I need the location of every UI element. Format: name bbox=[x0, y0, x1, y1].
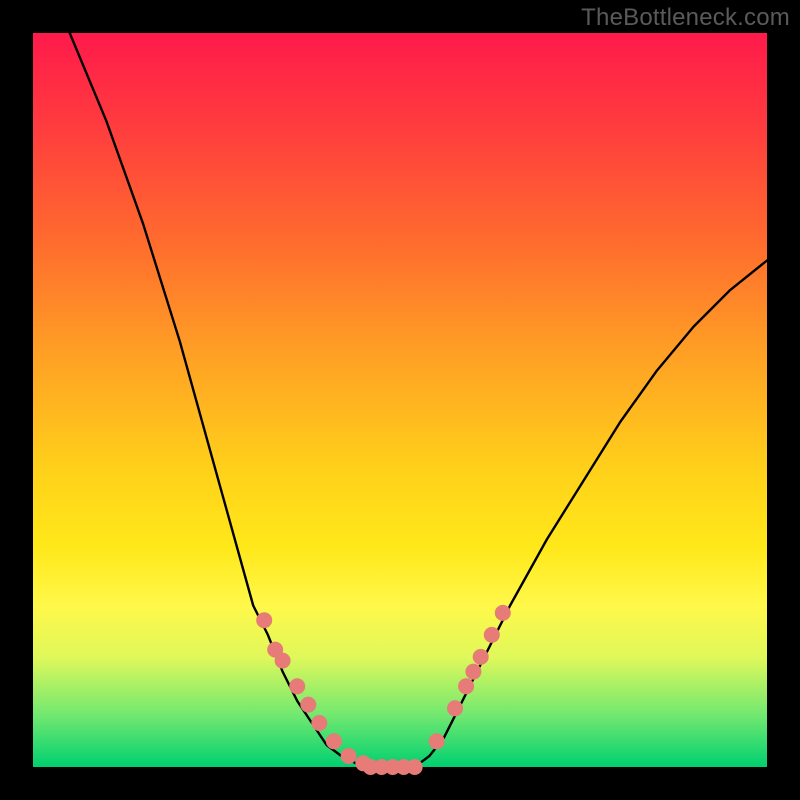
marker-dot bbox=[311, 715, 327, 731]
marker-dot bbox=[256, 612, 272, 628]
curve-group bbox=[70, 33, 767, 767]
marker-dot bbox=[484, 627, 500, 643]
marker-dot bbox=[407, 759, 423, 775]
marker-dot bbox=[465, 664, 481, 680]
markers-group bbox=[256, 605, 511, 775]
marker-dot bbox=[300, 697, 316, 713]
marker-dot bbox=[289, 678, 305, 694]
plot-area bbox=[33, 33, 767, 767]
watermark-text: TheBottleneck.com bbox=[581, 4, 790, 32]
marker-dot bbox=[275, 653, 291, 669]
marker-dot bbox=[341, 748, 357, 764]
outer-frame: TheBottleneck.com bbox=[0, 0, 800, 800]
marker-dot bbox=[447, 700, 463, 716]
marker-dot bbox=[473, 649, 489, 665]
bottleneck-curve bbox=[70, 33, 767, 767]
marker-dot bbox=[326, 733, 342, 749]
marker-dot bbox=[495, 605, 511, 621]
marker-dot bbox=[458, 678, 474, 694]
chart-svg bbox=[33, 33, 767, 767]
marker-dot bbox=[429, 733, 445, 749]
